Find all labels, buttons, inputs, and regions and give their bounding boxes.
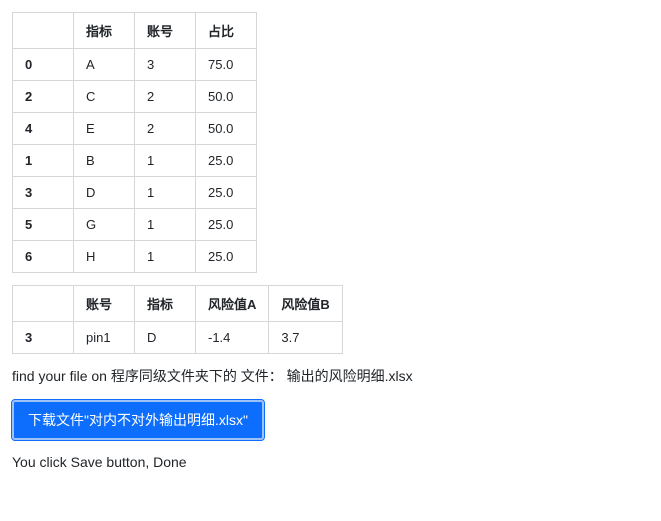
col-header: 风险值B bbox=[269, 286, 342, 322]
cell: 50.0 bbox=[196, 113, 257, 145]
cell: B bbox=[74, 145, 135, 177]
table-row: 1 B 1 25.0 bbox=[13, 145, 257, 177]
row-index: 2 bbox=[13, 81, 74, 113]
done-text: You click Save button, Done bbox=[12, 454, 649, 470]
table-row: 6 H 1 25.0 bbox=[13, 241, 257, 273]
cell: H bbox=[74, 241, 135, 273]
cell: 25.0 bbox=[196, 209, 257, 241]
col-header: 占比 bbox=[196, 13, 257, 49]
col-header: 风险值A bbox=[196, 286, 269, 322]
row-index: 3 bbox=[13, 322, 74, 354]
download-button[interactable]: 下载文件"对内不对外输出明细.xlsx" bbox=[12, 400, 264, 440]
table-row: 2 C 2 50.0 bbox=[13, 81, 257, 113]
col-header: 指标 bbox=[135, 286, 196, 322]
index-header bbox=[13, 286, 74, 322]
cell: 2 bbox=[135, 81, 196, 113]
row-index: 6 bbox=[13, 241, 74, 273]
col-header: 账号 bbox=[135, 13, 196, 49]
table-row: 5 G 1 25.0 bbox=[13, 209, 257, 241]
cell: 1 bbox=[135, 145, 196, 177]
cell: 25.0 bbox=[196, 145, 257, 177]
cell: 1 bbox=[135, 241, 196, 273]
summary-table: 指标 账号 占比 0 A 3 75.0 2 C 2 50.0 4 E 2 50.… bbox=[12, 12, 257, 273]
row-index: 0 bbox=[13, 49, 74, 81]
cell: 2 bbox=[135, 113, 196, 145]
row-index: 1 bbox=[13, 145, 74, 177]
cell: E bbox=[74, 113, 135, 145]
cell: 25.0 bbox=[196, 177, 257, 209]
table-row: 4 E 2 50.0 bbox=[13, 113, 257, 145]
cell: 50.0 bbox=[196, 81, 257, 113]
cell: pin1 bbox=[74, 322, 135, 354]
cell: 3.7 bbox=[269, 322, 342, 354]
cell: G bbox=[74, 209, 135, 241]
cell: 3 bbox=[135, 49, 196, 81]
index-header bbox=[13, 13, 74, 49]
row-index: 5 bbox=[13, 209, 74, 241]
cell: C bbox=[74, 81, 135, 113]
cell: -1.4 bbox=[196, 322, 269, 354]
cell: 1 bbox=[135, 209, 196, 241]
cell: 25.0 bbox=[196, 241, 257, 273]
cell: A bbox=[74, 49, 135, 81]
cell: 1 bbox=[135, 177, 196, 209]
cell: D bbox=[135, 322, 196, 354]
risk-table: 账号 指标 风险值A 风险值B 3 pin1 D -1.4 3.7 bbox=[12, 285, 343, 354]
table-row: 3 pin1 D -1.4 3.7 bbox=[13, 322, 343, 354]
row-index: 4 bbox=[13, 113, 74, 145]
table-row: 0 A 3 75.0 bbox=[13, 49, 257, 81]
row-index: 3 bbox=[13, 177, 74, 209]
cell: D bbox=[74, 177, 135, 209]
col-header: 指标 bbox=[74, 13, 135, 49]
cell: 75.0 bbox=[196, 49, 257, 81]
table-row: 3 D 1 25.0 bbox=[13, 177, 257, 209]
col-header: 账号 bbox=[74, 286, 135, 322]
file-location-text: find your file on 程序同级文件夹下的 文件： 输出的风险明细.… bbox=[12, 366, 649, 386]
